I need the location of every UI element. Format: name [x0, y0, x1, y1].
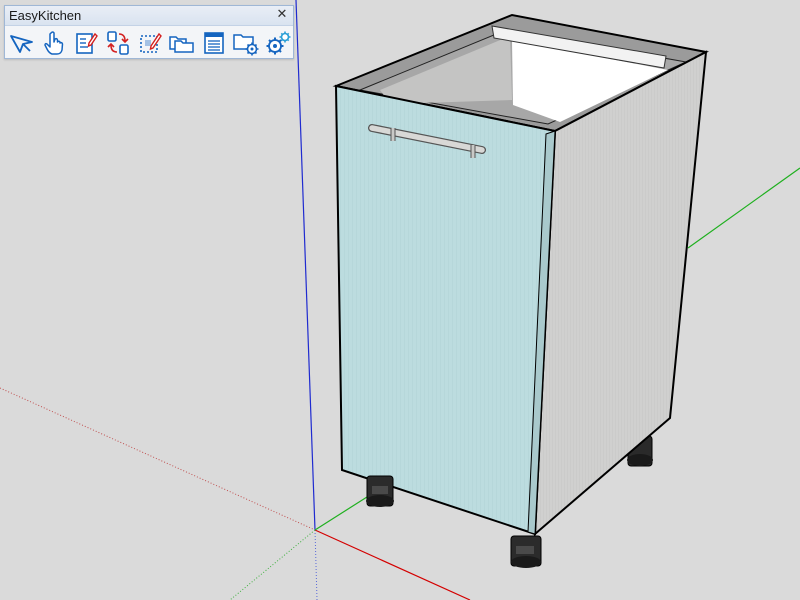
settings-button[interactable] [263, 28, 293, 58]
easykitchen-toolbar[interactable]: EasyKitchen ✕ [4, 5, 294, 59]
edit-document-button[interactable] [71, 28, 101, 58]
gears-icon [266, 31, 291, 55]
3d-scene[interactable] [0, 0, 800, 600]
modeling-viewport[interactable]: EasyKitchen ✕ [0, 0, 800, 600]
swap-button[interactable] [103, 28, 133, 58]
red-axis-dotted [0, 387, 316, 531]
blue-axis-line [295, 0, 316, 531]
hand-tool-button[interactable] [39, 28, 69, 58]
edit-selection-icon [140, 32, 162, 53]
table-list-button[interactable] [199, 28, 229, 58]
green-axis-line-far [687, 167, 800, 249]
toolbar-title: EasyKitchen [9, 8, 82, 23]
close-icon[interactable]: ✕ [275, 7, 289, 23]
cabinet-leg-front-right [510, 535, 542, 568]
red-axis-line [314, 529, 471, 600]
cabinet-leg-front-left [366, 475, 394, 507]
select-arrow-icon [10, 35, 33, 53]
edit-document-icon [76, 32, 98, 54]
cabinet-door[interactable] [334, 84, 557, 536]
folders-icon [169, 36, 194, 53]
edit-selection-button[interactable] [135, 28, 165, 58]
folders-button[interactable] [167, 28, 197, 58]
toolbar-buttons [7, 28, 293, 58]
hand-pointer-icon [44, 31, 64, 55]
toolbar-titlebar[interactable]: EasyKitchen ✕ [5, 6, 293, 26]
blue-axis-dotted [314, 529, 318, 600]
table-list-icon [204, 32, 224, 54]
select-tool-button[interactable] [7, 28, 37, 58]
swap-arrows-icon [107, 31, 129, 55]
green-axis-dotted [229, 529, 316, 600]
folder-settings-icon [233, 34, 259, 56]
folder-settings-button[interactable] [231, 28, 261, 58]
